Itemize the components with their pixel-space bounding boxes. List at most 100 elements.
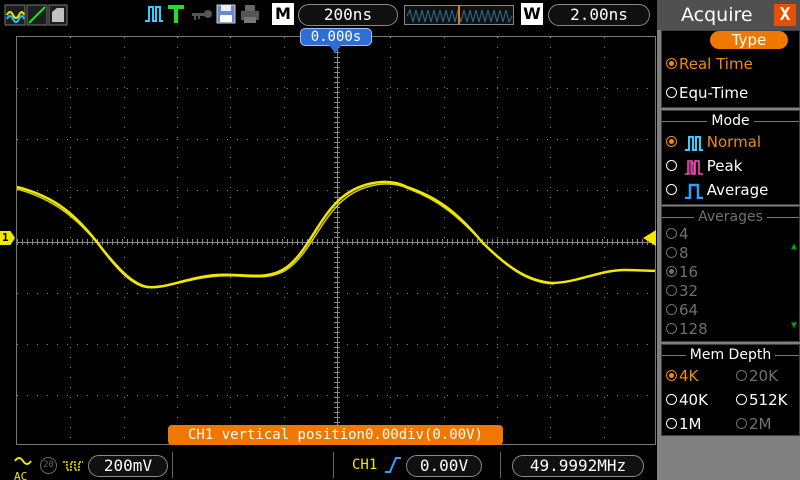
ch1-waveform-trace — [17, 180, 655, 289]
averages-option-8[interactable]: 8 — [666, 244, 689, 262]
radio-icon — [666, 87, 677, 98]
main-timebase-label: M — [272, 3, 294, 25]
scroll-down-arrow-icon[interactable]: ▼ — [791, 320, 797, 331]
averages-option-32[interactable]: 32 — [666, 282, 698, 300]
averages-option-4[interactable]: 4 — [666, 225, 689, 243]
radio-icon — [736, 394, 747, 405]
type-panel-title: Type — [710, 31, 788, 49]
averages-option-label: 8 — [679, 244, 689, 262]
key-icon — [190, 4, 214, 24]
print-icon[interactable] — [240, 4, 260, 24]
averages-option-label: 4 — [679, 225, 689, 243]
top-status-bar: M 200ns W 2.00ns — [0, 0, 657, 30]
type-option-real-time[interactable]: Real Time — [666, 55, 753, 73]
radio-selected-icon — [666, 266, 677, 277]
mem-option-4k[interactable]: 4K — [666, 367, 698, 385]
memory-window-indicator — [404, 5, 514, 25]
mode-panel-title: Mode — [662, 113, 799, 129]
mem-option-label: 20K — [749, 367, 778, 385]
mem-option-label: 40K — [679, 391, 708, 409]
radio-icon — [666, 285, 677, 296]
mem-option-label: 2M — [749, 415, 772, 433]
averages-option-128[interactable]: 128 — [666, 320, 708, 338]
mem-depth-panel-title: Mem Depth — [662, 347, 799, 363]
bottom-status-bar: AC 20 200mV CH1 0.00V 49.9992MHz — [0, 450, 657, 480]
window-timebase-label: W — [521, 3, 543, 25]
radio-selected-icon — [666, 136, 677, 147]
type-option-equ-time[interactable]: Equ-Time — [666, 84, 748, 102]
averages-title-text: Averages — [694, 209, 767, 225]
mem-option-2m[interactable]: 2M — [736, 415, 772, 433]
mem-option-512k[interactable]: 512K — [736, 391, 787, 409]
close-button[interactable]: X — [774, 4, 796, 26]
mode-option-average[interactable]: Average — [666, 181, 768, 199]
bandwidth-limit-icon: 20 — [40, 457, 57, 474]
mode-option-label: Normal — [706, 133, 762, 151]
mem-depth-panel[interactable]: Mem Depth 4K 20K 40K 512K 1M 2M — [661, 344, 800, 436]
acquire-menu: Acquire X Type Real Time Equ-Time Mode N… — [657, 0, 800, 480]
window-time-value[interactable]: 2.00ns — [548, 4, 650, 26]
ac-coupling-icon: AC — [14, 452, 32, 480]
divider — [500, 452, 501, 478]
invert-icon — [62, 458, 84, 477]
averages-option-label: 16 — [679, 263, 699, 281]
radio-icon — [736, 370, 747, 381]
timebase-value[interactable]: 200ns — [298, 4, 398, 26]
radio-selected-icon — [666, 58, 677, 69]
type-panel[interactable]: Type Real Time Equ-Time — [661, 30, 800, 108]
trigger-level-value[interactable]: 0.00V — [406, 455, 482, 477]
quick-tool-icons[interactable] — [4, 4, 68, 26]
radio-icon — [666, 247, 677, 258]
mem-option-label: 1M — [679, 415, 702, 433]
average-mode-icon — [684, 183, 703, 199]
radio-icon — [666, 184, 677, 195]
radio-icon — [666, 304, 677, 315]
mode-option-label: Peak — [706, 157, 743, 175]
save-icon[interactable] — [216, 4, 236, 24]
mode-option-label: Average — [706, 181, 769, 199]
frequency-counter: 49.9992MHz — [512, 455, 644, 477]
waveform-display[interactable] — [16, 36, 656, 445]
mem-depth-title-text: Mem Depth — [685, 347, 776, 363]
memory-waveform-preview — [406, 6, 513, 24]
divider — [172, 452, 173, 478]
trigger-status-icon — [166, 4, 186, 24]
trigger-position-arrow-icon — [329, 45, 341, 53]
trigger-source: CH1 — [352, 457, 378, 473]
radio-icon — [666, 228, 677, 239]
mem-option-label: 512K — [749, 391, 788, 409]
peak-mode-icon — [684, 159, 703, 175]
type-option-label: Real Time — [679, 55, 753, 73]
ch1-trace-a — [17, 180, 655, 289]
type-option-label: Equ-Time — [679, 84, 749, 102]
averages-panel-title: Averages — [662, 209, 799, 225]
quick-tool-icons-svg — [4, 4, 68, 26]
radio-icon — [666, 394, 677, 405]
mode-title-text: Mode — [707, 113, 754, 129]
trigger-position-readout[interactable]: 0.000s — [300, 28, 372, 46]
ch1-volts-div[interactable]: 200mV — [88, 455, 168, 477]
coupling-label: AC — [14, 470, 28, 480]
radio-icon — [666, 160, 677, 171]
averages-option-label: 32 — [679, 282, 699, 300]
trigger-level-marker-icon[interactable] — [643, 230, 656, 246]
averages-option-16[interactable]: 16 — [666, 263, 698, 281]
radio-selected-icon — [666, 370, 677, 381]
ch1-trace-b — [17, 183, 555, 288]
mem-option-1m[interactable]: 1M — [666, 415, 702, 433]
mem-option-label: 4K — [679, 367, 699, 385]
radio-icon — [666, 323, 677, 334]
mode-option-peak[interactable]: Peak — [666, 157, 742, 175]
averages-option-64[interactable]: 64 — [666, 301, 698, 319]
mode-panel[interactable]: Mode Normal Peak Average — [661, 110, 800, 205]
mem-option-40k[interactable]: 40K — [666, 391, 708, 409]
averages-option-label: 64 — [679, 301, 699, 319]
scroll-up-arrow-icon[interactable]: ▲ — [791, 241, 797, 252]
rising-edge-icon — [384, 457, 402, 477]
ch1-position-marker[interactable]: 1 — [0, 231, 15, 245]
acquire-run-icon — [144, 4, 164, 24]
averages-panel[interactable]: Averages 4 8 16 32 64 128 ▲ ▼ — [661, 206, 800, 342]
status-message: CH1 vertical position0.00div(0.00V) — [168, 425, 503, 445]
mode-option-normal[interactable]: Normal — [666, 133, 761, 151]
mem-option-20k[interactable]: 20K — [736, 367, 778, 385]
